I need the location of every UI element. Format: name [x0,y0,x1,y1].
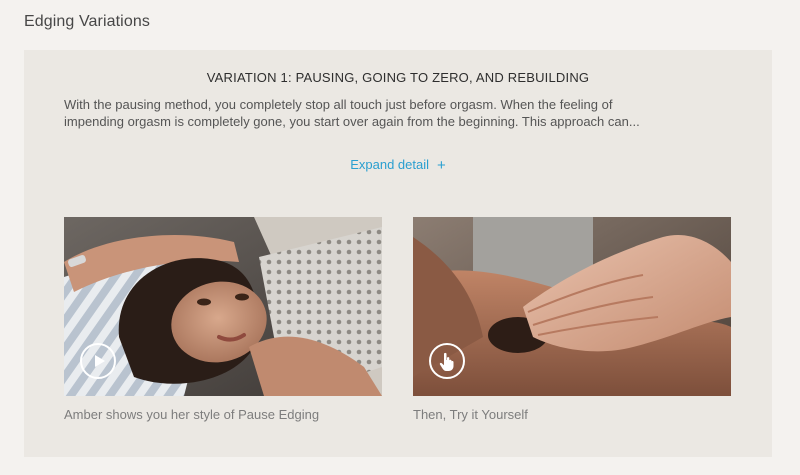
expand-detail-label: Expand detail [350,157,429,172]
variation-panel: VARIATION 1: PAUSING, GOING TO ZERO, AND… [24,50,772,457]
video-caption: Then, Try it Yourself [413,407,528,422]
video-card-try-it-yourself[interactable]: Then, Try it Yourself [413,217,731,422]
hand-pointer-icon[interactable] [429,343,465,379]
video-thumbnail[interactable] [64,217,382,396]
variation-description: With the pausing method, you completely … [64,96,704,130]
variation-title: VARIATION 1: PAUSING, GOING TO ZERO, AND… [206,70,590,85]
description-line: impending orgasm is completely gone, you… [64,114,640,129]
play-icon[interactable] [80,343,116,379]
expand-detail-link[interactable]: Expand detail + [24,156,772,174]
video-card-pause-edging[interactable]: Amber shows you her style of Pause Edgin… [64,217,382,422]
video-caption: Amber shows you her style of Pause Edgin… [64,407,320,422]
video-thumbnail[interactable] [413,217,731,396]
description-line: With the pausing method, you completely … [64,97,613,112]
section-title: Edging Variations [24,13,150,30]
plus-icon: + [437,157,446,174]
